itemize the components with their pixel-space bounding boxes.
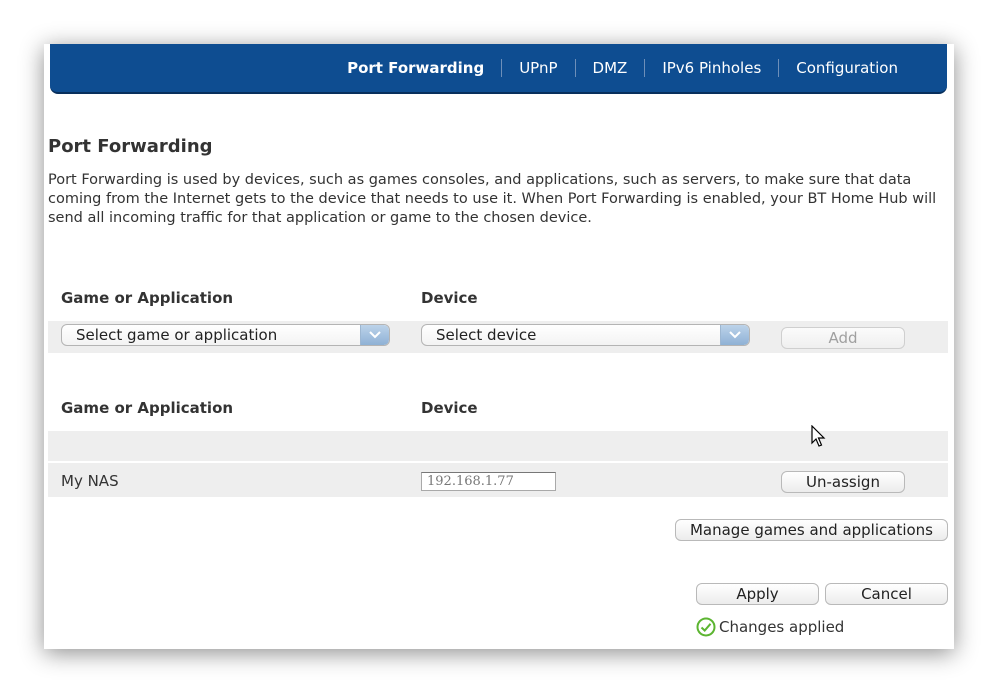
top-nav: Port Forwarding UPnP DMZ IPv6 Pinholes C… (50, 44, 947, 94)
row-device-ip: 192.168.1.77 (421, 472, 556, 491)
add-col-game-header: Game or Application (61, 289, 234, 307)
status-message: Changes applied (696, 617, 844, 637)
add-button[interactable]: Add (781, 327, 905, 349)
nav-port-forwarding[interactable]: Port Forwarding (330, 59, 501, 77)
status-text: Changes applied (719, 618, 845, 636)
chevron-down-icon (360, 325, 389, 345)
unassign-button[interactable]: Un-assign (781, 471, 905, 493)
list-col-game-header: Game or Application (61, 399, 234, 417)
mouse-pointer-icon (811, 425, 826, 447)
chevron-down-icon (720, 325, 749, 345)
manage-games-button[interactable]: Manage games and applications (675, 519, 948, 541)
check-circle-icon (696, 617, 716, 637)
nav-configuration[interactable]: Configuration (778, 59, 915, 77)
nav-ipv6-pinholes[interactable]: IPv6 Pinholes (644, 59, 778, 77)
page-title: Port Forwarding (48, 136, 213, 157)
page-description: Port Forwarding is used by devices, such… (48, 172, 937, 226)
list-col-device-header: Device (421, 399, 478, 417)
device-select[interactable]: Select device (421, 324, 750, 346)
router-window: Port Forwarding UPnP DMZ IPv6 Pinholes C… (44, 44, 954, 649)
nav-dmz[interactable]: DMZ (574, 59, 645, 77)
apply-button[interactable]: Apply (696, 583, 819, 605)
cancel-button[interactable]: Cancel (825, 583, 948, 605)
device-select-value: Select device (436, 326, 537, 344)
nav-upnp[interactable]: UPnP (501, 59, 574, 77)
game-select[interactable]: Select game or application (61, 324, 390, 346)
row-game-name: My NAS (61, 472, 119, 490)
add-col-device-header: Device (421, 289, 478, 307)
game-select-value: Select game or application (76, 326, 278, 344)
